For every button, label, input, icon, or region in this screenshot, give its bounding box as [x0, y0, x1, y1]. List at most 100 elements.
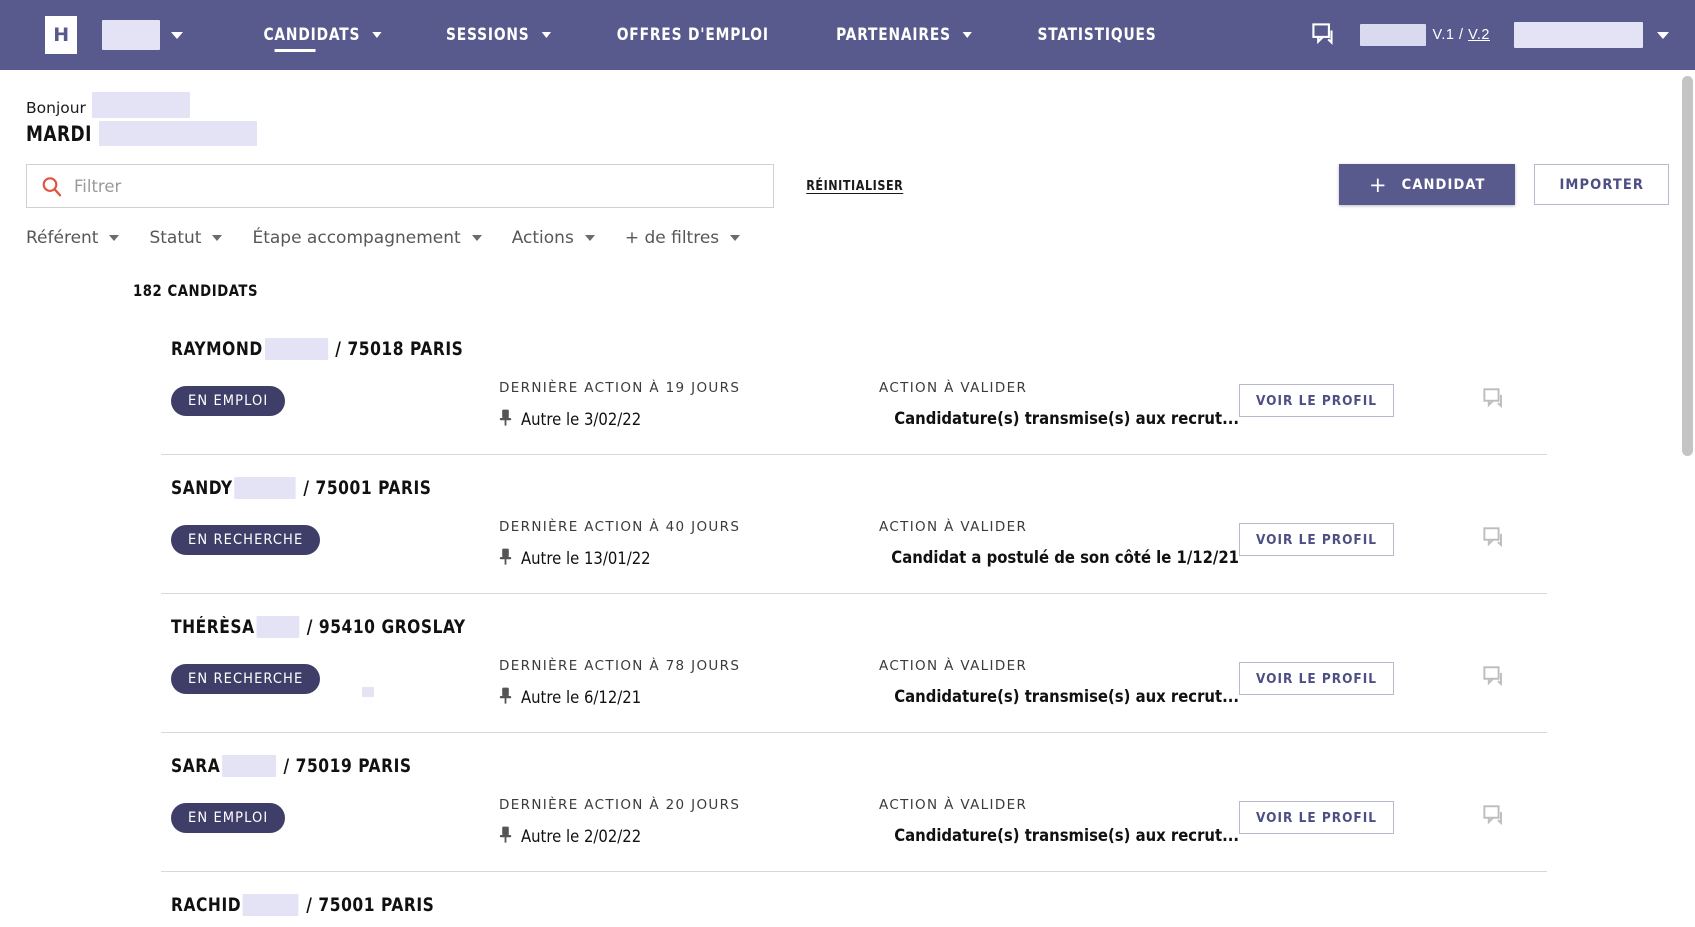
filter-chip-etape-accompagnement[interactable]: Étape accompagnement — [252, 228, 482, 248]
validate-value: Candidat a postulé de son côté le 1/12/2… — [891, 548, 1239, 567]
nav-item-statistiques[interactable]: STATISTIQUES — [1011, 0, 1182, 70]
candidate-location: / 75019 PARIS — [283, 755, 412, 777]
filter-zone: RÉINITIALISER + CANDIDAT IMPORTER Référe… — [0, 146, 1695, 248]
version-separator: / — [1454, 27, 1469, 43]
chevron-down-icon — [109, 235, 120, 241]
nav-item-label: STATISTIQUES — [1037, 24, 1157, 44]
nav-item-candidats[interactable]: CANDIDATS — [237, 0, 407, 70]
nav-item-partenaires[interactable]: PARTENAIRES — [810, 0, 998, 70]
candidate-list-section: 182 CANDIDATS RAYMOND / 75018 PARIS EN E… — [0, 281, 1695, 927]
nav-item-sessions[interactable]: SESSIONS — [420, 0, 577, 70]
chat-bubbles-icon[interactable] — [1483, 388, 1507, 410]
search-box[interactable] — [26, 164, 774, 208]
validate-value: Candidature(s) transmise(s) aux recrut..… — [894, 826, 1239, 845]
last-action-label: DERNIÈRE ACTION À 19 JOURS — [499, 380, 741, 396]
candidate-list: RAYMOND / 75018 PARIS EN EMPLOI DERNIÈRE… — [161, 326, 1547, 927]
view-profile-button[interactable]: VOIR LE PROFIL — [1239, 384, 1394, 417]
candidate-first-name: RAYMOND — [171, 338, 263, 360]
candidate-last-name-redacted — [234, 477, 296, 499]
top-navbar: H CANDIDATS SESSIONS OFFRES D'EMPLOI PAR… — [0, 0, 1695, 70]
status-badge: EN RECHERCHE — [171, 664, 321, 694]
filter-chip-plus-de-filtres[interactable]: + de filtres — [624, 228, 741, 248]
greeting-date-line: MARDI — [26, 121, 1695, 146]
account-name-redacted — [1514, 22, 1643, 48]
candidate-status-cell: EN RECHERCHE — [171, 658, 499, 694]
table-row[interactable]: SARA / 75019 PARIS EN EMPLOI DERNIÈRE AC… — [161, 733, 1547, 872]
greeting-day-label: MARDI — [26, 121, 92, 146]
table-row[interactable]: SANDY / 75001 PARIS EN RECHERCHE DERNIÈR… — [161, 455, 1547, 594]
pin-icon — [499, 826, 512, 847]
chat-bubbles-icon[interactable] — [1483, 666, 1507, 688]
add-candidate-button[interactable]: + CANDIDAT — [1338, 164, 1516, 205]
app-logo[interactable]: H — [45, 16, 77, 54]
greeting-username-redacted — [91, 92, 190, 118]
status-badge: EN EMPLOI — [171, 386, 286, 416]
pin-icon — [499, 687, 512, 708]
last-action-value: Autre le 2/02/22 — [521, 827, 642, 846]
candidate-status-cell: EN EMPLOI — [171, 380, 499, 416]
organization-name-redacted — [102, 20, 160, 50]
chevron-down-icon — [471, 235, 482, 241]
candidate-name-line[interactable]: RACHID / 75001 PARIS — [171, 894, 1451, 916]
candidate-last-name-redacted — [264, 338, 328, 360]
reset-filters-link[interactable]: RÉINITIALISER — [806, 178, 903, 194]
account-menu[interactable] — [1514, 22, 1669, 48]
last-action-value-wrap: Autre le 13/01/22 — [499, 548, 879, 569]
greeting-hello-line: Bonjour — [26, 92, 1695, 118]
filter-chip-referent[interactable]: Référent — [26, 228, 120, 248]
candidate-chat-cell — [1439, 658, 1547, 688]
candidate-location: / 95410 GROSLAY — [306, 616, 466, 638]
pin-icon — [499, 409, 512, 430]
candidate-row-body: EN RECHERCHE DERNIÈRE ACTION À 78 JOURS — [171, 658, 1547, 708]
last-action-value-wrap: Autre le 6/12/21 — [499, 687, 879, 708]
view-profile-button[interactable]: VOIR LE PROFIL — [1239, 523, 1394, 556]
candidate-last-name-redacted — [222, 755, 277, 777]
candidate-validate-cell: ACTION À VALIDER Candidature(s) transmis… — [879, 658, 1239, 706]
nav-item-label: CANDIDATS — [263, 24, 361, 44]
candidate-name-line[interactable]: RAYMOND / 75018 PARIS — [171, 338, 1451, 360]
chat-bubbles-icon[interactable] — [1483, 805, 1507, 827]
chat-bubbles-icon[interactable] — [1483, 527, 1507, 549]
version-v2-label[interactable]: V.2 — [1468, 27, 1490, 43]
candidate-chat-cell — [1439, 797, 1547, 827]
greeting-hello-text: Bonjour — [26, 98, 86, 117]
search-input[interactable] — [74, 176, 759, 196]
validate-value: Candidature(s) transmise(s) aux recrut..… — [894, 409, 1239, 428]
chat-bubbles-icon[interactable] — [1311, 23, 1338, 47]
candidate-name-line[interactable]: SARA / 75019 PARIS — [171, 755, 1451, 777]
validate-label: ACTION À VALIDER — [879, 797, 1028, 813]
filter-chip-statut[interactable]: Statut — [149, 228, 223, 248]
navbar-right-group: V.1 / V.2 — [1311, 22, 1669, 48]
selection-artifact — [362, 687, 374, 697]
filter-chip-actions[interactable]: Actions — [512, 228, 595, 248]
app-root: H CANDIDATS SESSIONS OFFRES D'EMPLOI PAR… — [0, 0, 1695, 927]
search-icon — [41, 176, 62, 197]
nav-item-offres-demploi[interactable]: OFFRES D'EMPLOI — [591, 0, 795, 70]
scrollbar-thumb[interactable] — [1682, 76, 1693, 456]
validate-label: ACTION À VALIDER — [879, 658, 1028, 674]
page-scrollbar[interactable] — [1679, 70, 1695, 927]
candidate-name-line[interactable]: SANDY / 75001 PARIS — [171, 477, 1451, 499]
candidate-last-action-cell: DERNIÈRE ACTION À 78 JOURS Autre le 6/12… — [499, 658, 879, 708]
version-switcher[interactable]: V.1 / V.2 — [1433, 27, 1490, 43]
last-action-label: DERNIÈRE ACTION À 40 JOURS — [499, 519, 741, 535]
candidate-name-line[interactable]: THÉRÈSA / 95410 GROSLAY — [171, 616, 1451, 638]
candidate-chat-cell — [1439, 380, 1547, 410]
candidate-row-body: EN EMPLOI DERNIÈRE ACTION À 20 JOURS Aut… — [171, 797, 1547, 847]
candidate-row-body: EN RECHERCHE DERNIÈRE ACTION À 40 JOURS — [171, 519, 1547, 569]
version-v1-label[interactable]: V.1 — [1433, 27, 1455, 43]
filter-chip-label: + de filtres — [624, 228, 720, 248]
candidate-profile-cell: VOIR LE PROFIL — [1239, 797, 1439, 834]
table-row[interactable]: RAYMOND / 75018 PARIS EN EMPLOI DERNIÈRE… — [161, 326, 1547, 455]
table-row[interactable]: THÉRÈSA / 95410 GROSLAY EN RECHERCHE DER… — [161, 594, 1547, 733]
chevron-down-icon — [541, 32, 552, 38]
last-action-value: Autre le 3/02/22 — [521, 410, 642, 429]
import-button[interactable]: IMPORTER — [1534, 164, 1669, 205]
candidate-first-name: SARA — [171, 755, 221, 777]
view-profile-button[interactable]: VOIR LE PROFIL — [1239, 662, 1394, 695]
view-profile-button[interactable]: VOIR LE PROFIL — [1239, 801, 1394, 834]
last-action-label: DERNIÈRE ACTION À 78 JOURS — [499, 658, 741, 674]
candidate-row-body: EN EMPLOI DERNIÈRE ACTION À 19 JOURS Aut… — [171, 380, 1547, 430]
table-row[interactable]: RACHID / 75001 PARIS EN RECHERCHE DERNIÈ… — [161, 872, 1547, 927]
organization-selector[interactable] — [102, 20, 183, 50]
